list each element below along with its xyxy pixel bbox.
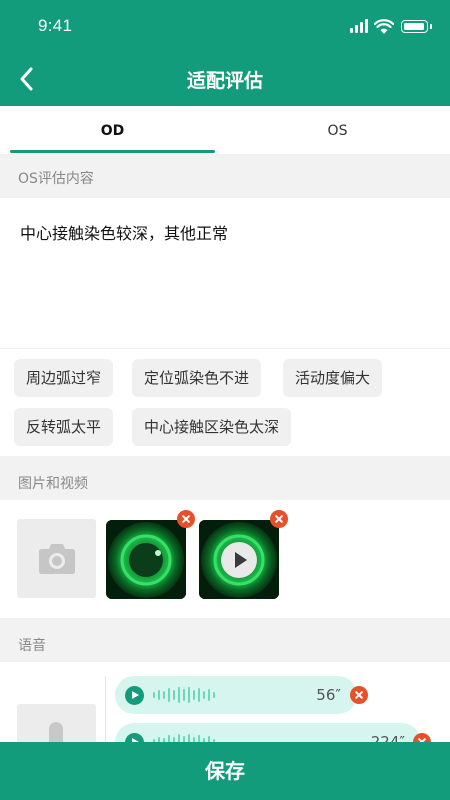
tab-od[interactable]: OD: [0, 106, 225, 154]
status-bar: 9:41: [0, 0, 450, 54]
status-time: 9:41: [38, 16, 73, 35]
notes-text: 中心接触染色较深，其他正常: [20, 224, 229, 243]
play-icon: [221, 542, 257, 578]
play-icon: [125, 686, 144, 705]
delete-voice-button[interactable]: [350, 686, 368, 704]
tag-chip[interactable]: 反转弧太平: [14, 408, 114, 446]
status-icons: [350, 19, 432, 35]
voice-duration: 56″: [316, 686, 341, 704]
media-area: [0, 500, 450, 618]
voice-section-label: 语音: [18, 638, 46, 654]
tab-os[interactable]: OS: [225, 106, 450, 154]
tag-chip[interactable]: 周边弧过窄: [14, 359, 114, 397]
media-section-label: 图片和视频: [18, 476, 88, 492]
eye-tabs: OD OS: [0, 106, 450, 154]
save-button[interactable]: 保存: [0, 742, 450, 800]
add-photo-button[interactable]: [17, 519, 96, 598]
eye-photo-image: [106, 520, 186, 599]
app-header: 9:41 适配评估: [0, 0, 450, 106]
tag-chip[interactable]: 中心接触区染色太深: [132, 408, 292, 446]
delete-video-button[interactable]: [270, 510, 288, 528]
active-tab-indicator: [10, 150, 215, 153]
battery-icon: [401, 20, 432, 33]
camera-icon: [39, 544, 75, 574]
notes-section-label: OS评估内容: [18, 171, 94, 187]
delete-photo-button[interactable]: [177, 510, 195, 528]
video-thumbnail[interactable]: [199, 520, 279, 599]
page-title: 适配评估: [186, 70, 263, 92]
tag-chip[interactable]: 活动度偏大: [283, 359, 383, 397]
photo-thumbnail[interactable]: [106, 520, 186, 599]
wifi-icon: [374, 19, 394, 34]
tag-chip[interactable]: 定位弧染色不进: [132, 359, 262, 397]
quick-tags: 周边弧过窄 定位弧染色不进 活动度偏大 反转弧太平 中心接触区染色太深: [0, 348, 450, 456]
notes-textarea[interactable]: 中心接触染色较深，其他正常: [0, 198, 450, 348]
voice-clip[interactable]: 56″: [115, 676, 357, 714]
